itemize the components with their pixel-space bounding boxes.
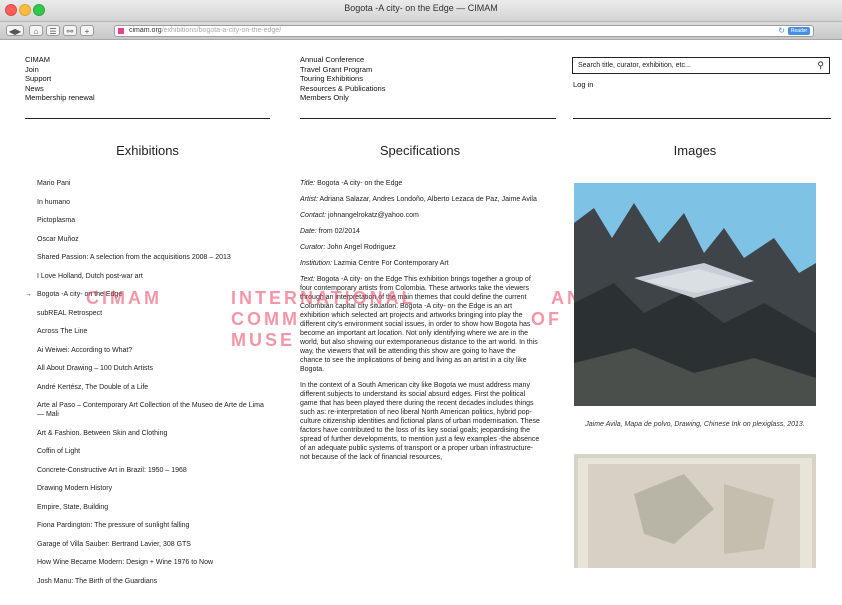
exhibition-list-item[interactable]: All About Drawing – 100 Dutch Artists bbox=[37, 364, 269, 373]
secondary-nav: Annual Conference Travel Grant Program Tou… bbox=[300, 55, 385, 103]
spec-institution: Institution: Lazmia Centre For Contempor… bbox=[300, 259, 540, 268]
exhibitions-heading: Exhibitions bbox=[116, 143, 179, 158]
spec-text: Text: Bogota -A city- on the Edge This e… bbox=[300, 275, 540, 605]
spec-curator: Curator: John Angel Rodriguez bbox=[300, 243, 540, 252]
spec-title-label: Title: bbox=[300, 180, 316, 187]
spec-date: Date: from 02/2014 bbox=[300, 227, 540, 236]
reload-icon[interactable]: ↻ bbox=[778, 26, 785, 36]
images-heading: Images bbox=[673, 143, 717, 158]
exhibition-list-item[interactable]: In humano bbox=[37, 198, 269, 207]
divider bbox=[25, 118, 270, 119]
search-placeholder: Search title, curator, exhibition, etc..… bbox=[578, 62, 691, 69]
spec-institution-value: Lazmia Centre For Contemporary Art bbox=[333, 260, 449, 267]
exhibition-list-item[interactable]: Shared Passion: A selection from the acq… bbox=[37, 253, 269, 262]
address-bar[interactable]: cimam.org/exhibitions/bogota-a-city-on-t… bbox=[114, 25, 814, 37]
watermark-text: INTERNATIONAL bbox=[231, 288, 416, 308]
spec-institution-label: Institution: bbox=[300, 260, 332, 267]
exhibition-list-item[interactable]: Josh Manu: The Birth of the Guardians bbox=[37, 577, 269, 586]
spec-title-value: Bogota -A city- on the Edge bbox=[317, 180, 403, 187]
contact-email-link[interactable]: johnangelrokatz@yahoo.com bbox=[328, 212, 419, 219]
sidebar-icon[interactable]: ☰ bbox=[46, 25, 60, 36]
nav-link-join[interactable]: Join bbox=[25, 65, 95, 75]
spec-text-label: Text: bbox=[300, 276, 315, 283]
nav-link-membership-renewal[interactable]: Membership renewal bbox=[25, 93, 95, 103]
exhibition-list-item[interactable]: Coffin of Light bbox=[37, 447, 269, 456]
image-caption: Jaime Avila, Mapa de polvo, Drawing, Chi… bbox=[585, 421, 805, 428]
url-path: /exhibitions/bogota-a-city-on-the-edge/ bbox=[161, 27, 282, 34]
exhibition-list-item[interactable]: I Love Holland, Dutch post-war art bbox=[37, 272, 269, 281]
specifications-heading: Specifications bbox=[379, 143, 461, 158]
nav-link-annual-conference[interactable]: Annual Conference bbox=[300, 55, 385, 65]
exhibition-list-item[interactable]: Pictoplasma bbox=[37, 216, 269, 225]
nav-link-members-only[interactable]: Members Only bbox=[300, 93, 385, 103]
nav-link-touring-exhibitions[interactable]: Touring Exhibitions bbox=[300, 74, 385, 84]
spec-contact-label: Contact: bbox=[300, 212, 327, 219]
window-titlebar: Bogota -A city- on the Edge — CIMAM bbox=[0, 0, 842, 22]
exhibition-image[interactable] bbox=[574, 183, 816, 406]
nav-link-news[interactable]: News bbox=[25, 84, 95, 94]
spec-artist-label: Artist: bbox=[300, 196, 318, 203]
browser-toolbar: ◀▶ ⌂ ☰ ⚯ + cimam.org/exhibitions/bogota-… bbox=[0, 22, 842, 40]
exhibition-list-item[interactable]: Fiona Pardington: The pressure of sunlig… bbox=[37, 521, 269, 530]
share-icon[interactable]: ⚯ bbox=[63, 25, 77, 36]
watermark-text: COMM bbox=[231, 309, 300, 329]
exhibition-list-item[interactable]: How Wine Became Modern: Design + Wine 19… bbox=[37, 558, 269, 567]
exhibition-list-item[interactable]: Arte al Paso – Contemporary Art Collecti… bbox=[37, 401, 269, 419]
plexiglass-drawing-image bbox=[574, 454, 816, 568]
search-icon[interactable]: ⚲ bbox=[817, 58, 824, 73]
exhibition-list-item[interactable]: Mario Pani bbox=[37, 179, 269, 188]
login-link[interactable]: Log in bbox=[573, 80, 593, 89]
divider bbox=[300, 118, 556, 119]
spec-date-value: from 02/2014 bbox=[318, 228, 360, 235]
divider bbox=[573, 118, 831, 119]
spec-date-label: Date: bbox=[300, 228, 317, 235]
primary-nav: CIMAM Join Support News Membership renewal bbox=[25, 55, 95, 103]
window-title: Bogota -A city- on the Edge — CIMAM bbox=[344, 3, 498, 13]
watermark-text: CIMAM bbox=[86, 288, 162, 308]
exhibition-list-item[interactable]: Oscar Muñoz bbox=[37, 235, 269, 244]
nav-link-resources-publications[interactable]: Resources & Publications bbox=[300, 84, 385, 94]
spec-curator-value: John Angel Rodriguez bbox=[327, 244, 396, 251]
nav-link-travel-grant-program[interactable]: Travel Grant Program bbox=[300, 65, 385, 75]
nav-link-cimam[interactable]: CIMAM bbox=[25, 55, 95, 65]
watermark-text: OF bbox=[531, 309, 562, 329]
exhibition-list-item[interactable]: Drawing Modern History bbox=[37, 484, 269, 493]
specifications-panel: Title: Bogota -A city- on the Edge Artis… bbox=[300, 179, 540, 605]
exhibition-list-item[interactable]: Empire, State, Building bbox=[37, 503, 269, 512]
page-content: CIMAM Join Support News Membership renewal A… bbox=[0, 40, 842, 585]
spec-title: Title: Bogota -A city- on the Edge bbox=[300, 179, 540, 188]
spec-artist-value: Adriana Salazar, Andres Londoño, Alberto… bbox=[319, 196, 537, 203]
exhibition-list-item[interactable]: Art & Fashion. Between Skin and Clothing bbox=[37, 429, 269, 438]
site-favicon-icon bbox=[118, 28, 124, 34]
nav-link-support[interactable]: Support bbox=[25, 74, 95, 84]
exhibition-list-item[interactable]: André Kertész, The Double of a Life bbox=[37, 383, 269, 392]
watermark-text: MUSE bbox=[231, 330, 296, 350]
new-tab-icon[interactable]: + bbox=[80, 25, 94, 36]
exhibition-list-item[interactable]: Garage of Villa Sauber: Bertrand Lavier,… bbox=[37, 540, 269, 549]
reader-button[interactable]: Reader bbox=[788, 27, 810, 35]
spec-contact: Contact: johnangelrokatz@yahoo.com bbox=[300, 211, 540, 220]
spec-artist: Artist: Adriana Salazar, Andres Londoño,… bbox=[300, 195, 540, 204]
exhibition-image[interactable] bbox=[574, 454, 816, 568]
url-domain: cimam.org bbox=[129, 27, 162, 34]
home-icon[interactable]: ⌂ bbox=[29, 25, 43, 36]
spec-curator-label: Curator: bbox=[300, 244, 326, 251]
search-input[interactable]: Search title, curator, exhibition, etc..… bbox=[572, 57, 830, 74]
mountain-landscape-image bbox=[574, 183, 816, 406]
exhibitions-list: Mario Pani In humano Pictoplasma Oscar Muño… bbox=[25, 179, 269, 595]
exhibition-list-item[interactable]: Concrete-Constructive Art in Brazil: 195… bbox=[37, 466, 269, 475]
spec-text-paragraph: In the context of a South American city … bbox=[300, 382, 540, 461]
back-forward-icon[interactable]: ◀▶ bbox=[6, 25, 24, 36]
